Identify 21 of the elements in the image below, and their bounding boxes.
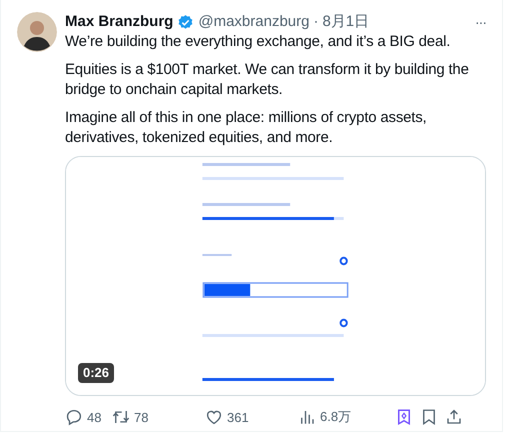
repost-icon[interactable] [112, 408, 130, 426]
more-button[interactable]: ··· [475, 12, 486, 32]
heart-icon[interactable] [205, 408, 223, 426]
post-date[interactable]: 8月1日 [322, 12, 370, 32]
avatar[interactable] [17, 12, 57, 52]
like-count: 361 [227, 410, 249, 424]
tweet-text: We’re building the everything exchange, and it’s a BIG deal. [65, 32, 452, 52]
separator-dot: · [313, 12, 318, 32]
reply-count: 48 [87, 410, 102, 424]
bookmark-icon[interactable] [420, 408, 438, 426]
author-handle[interactable]: @maxbranzburg [198, 12, 310, 32]
video-duration: 0:26 [78, 363, 114, 383]
bookmark-star-icon[interactable] [395, 408, 413, 426]
tweet-text: Imagine all of this in one place: millions of crypto assets, derivatives, tokenized equities, and more. [65, 108, 428, 148]
author-name[interactable]: Max Branzburg [65, 12, 174, 32]
tweet-text: Equities is a $100T market. We can transform it by building the bridge to onchain capital markets. [65, 60, 470, 100]
reply-icon[interactable] [65, 408, 83, 426]
views-count: 6.8万 [320, 408, 352, 426]
repost-count: 78 [134, 410, 148, 424]
bar-chart-icon[interactable] [298, 408, 316, 426]
share-icon[interactable] [445, 408, 463, 426]
